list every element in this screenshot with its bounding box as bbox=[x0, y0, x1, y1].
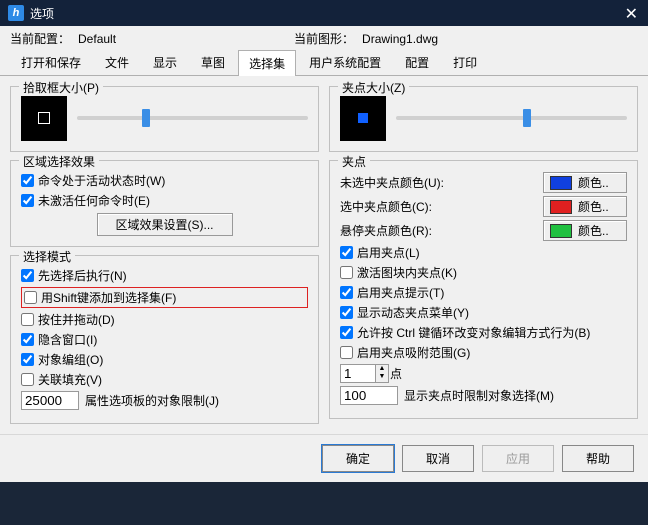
sel-color-button[interactable]: 颜色.. bbox=[543, 196, 627, 217]
region-title: 区域选择效果 bbox=[19, 153, 99, 170]
snap-points-label: 点 bbox=[390, 365, 402, 382]
chk-enable-grips[interactable]: 启用夹点(L) bbox=[340, 244, 627, 261]
spin-down-icon[interactable]: ▼ bbox=[376, 373, 388, 381]
config-label: 当前配置： bbox=[10, 30, 70, 47]
drawing-value: Drawing1.dwg bbox=[362, 32, 522, 46]
group-pickbox: 拾取框大小(P) bbox=[10, 86, 319, 152]
chk-dyn-menu[interactable]: 显示动态夹点菜单(Y) bbox=[340, 304, 627, 321]
chk-object-group[interactable]: 对象编组(O) bbox=[21, 351, 308, 368]
snap-points-spinner[interactable]: ▲▼ bbox=[340, 364, 384, 383]
pickbox-title: 拾取框大小(P) bbox=[19, 79, 103, 96]
group-region: 区域选择效果 命令处于活动状态时(W) 未激活任何命令时(E) 区域效果设置(S… bbox=[10, 160, 319, 247]
grip-limit-label: 显示夹点时限制对象选择(M) bbox=[404, 387, 554, 404]
tab-bar: 打开和保存 文件 显示 草图 选择集 用户系统配置 配置 打印 bbox=[0, 49, 648, 76]
app-icon: h bbox=[8, 5, 24, 21]
chk-implied-window[interactable]: 隐含窗口(I) bbox=[21, 331, 308, 348]
tab-user-prefs[interactable]: 用户系统配置 bbox=[298, 49, 392, 75]
chk-snap-range[interactable]: 启用夹点吸附范围(G) bbox=[340, 344, 627, 361]
group-mode: 选择模式 先选择后执行(N) 用Shift键添加到选择集(F) 按住并拖动(D)… bbox=[10, 255, 319, 424]
chk-grips-in-block[interactable]: 激活图块内夹点(K) bbox=[340, 264, 627, 281]
close-icon[interactable]: ✕ bbox=[625, 4, 638, 24]
chk-no-cmd[interactable]: 未激活任何命令时(E) bbox=[21, 192, 308, 209]
unsel-color-button[interactable]: 颜色.. bbox=[543, 172, 627, 193]
cancel-button[interactable]: 取消 bbox=[402, 445, 474, 472]
tab-files[interactable]: 文件 bbox=[94, 49, 140, 75]
mode-title: 选择模式 bbox=[19, 248, 75, 265]
group-gripsize: 夹点大小(Z) bbox=[329, 86, 638, 152]
grip-limit-input[interactable] bbox=[340, 386, 398, 405]
tab-drafting[interactable]: 草图 bbox=[190, 49, 236, 75]
titlebar: h 选项 ✕ bbox=[0, 0, 648, 26]
tab-selection[interactable]: 选择集 bbox=[238, 50, 296, 76]
gripsize-preview bbox=[340, 95, 386, 141]
chk-grip-tips[interactable]: 启用夹点提示(T) bbox=[340, 284, 627, 301]
unsel-color-label: 未选中夹点颜色(U): bbox=[340, 174, 537, 191]
tab-open-save[interactable]: 打开和保存 bbox=[10, 49, 92, 75]
apply-button[interactable]: 应用 bbox=[482, 445, 554, 472]
window-title: 选项 bbox=[30, 5, 54, 22]
drawing-label: 当前图形： bbox=[294, 30, 354, 47]
pickbox-slider[interactable] bbox=[77, 116, 308, 120]
grips-title: 夹点 bbox=[338, 153, 370, 170]
chk-press-drag[interactable]: 按住并拖动(D) bbox=[21, 311, 308, 328]
group-grips: 夹点 未选中夹点颜色(U): 颜色.. 选中夹点颜色(C): 颜色.. 悬停夹点… bbox=[329, 160, 638, 419]
tab-profiles[interactable]: 配置 bbox=[394, 49, 440, 75]
chk-shift-add[interactable]: 用Shift键添加到选择集(F) bbox=[21, 287, 308, 308]
gripsize-slider[interactable] bbox=[396, 116, 627, 120]
hover-color-label: 悬停夹点颜色(R): bbox=[340, 222, 537, 239]
footer: 确定 取消 应用 帮助 bbox=[0, 434, 648, 482]
property-limit-input[interactable] bbox=[21, 391, 79, 410]
help-button[interactable]: 帮助 bbox=[562, 445, 634, 472]
spin-up-icon[interactable]: ▲ bbox=[376, 365, 388, 373]
region-settings-button[interactable]: 区域效果设置(S)... bbox=[97, 213, 233, 236]
tab-plot[interactable]: 打印 bbox=[442, 49, 488, 75]
chk-noun-verb[interactable]: 先选择后执行(N) bbox=[21, 267, 308, 284]
chk-active-cmd[interactable]: 命令处于活动状态时(W) bbox=[21, 172, 308, 189]
chk-ctrl-cycle[interactable]: 允许按 Ctrl 键循环改变对象编辑方式行为(B) bbox=[340, 324, 627, 341]
config-value: Default bbox=[78, 32, 238, 46]
config-row: 当前配置： Default 当前图形： Drawing1.dwg bbox=[0, 26, 648, 49]
chk-assoc-hatch[interactable]: 关联填充(V) bbox=[21, 371, 308, 388]
tab-display[interactable]: 显示 bbox=[142, 49, 188, 75]
pickbox-preview bbox=[21, 95, 67, 141]
ok-button[interactable]: 确定 bbox=[322, 445, 394, 472]
sel-color-label: 选中夹点颜色(C): bbox=[340, 198, 537, 215]
property-limit-label: 属性选项板的对象限制(J) bbox=[85, 392, 219, 409]
gripsize-title: 夹点大小(Z) bbox=[338, 79, 409, 96]
hover-color-button[interactable]: 颜色.. bbox=[543, 220, 627, 241]
